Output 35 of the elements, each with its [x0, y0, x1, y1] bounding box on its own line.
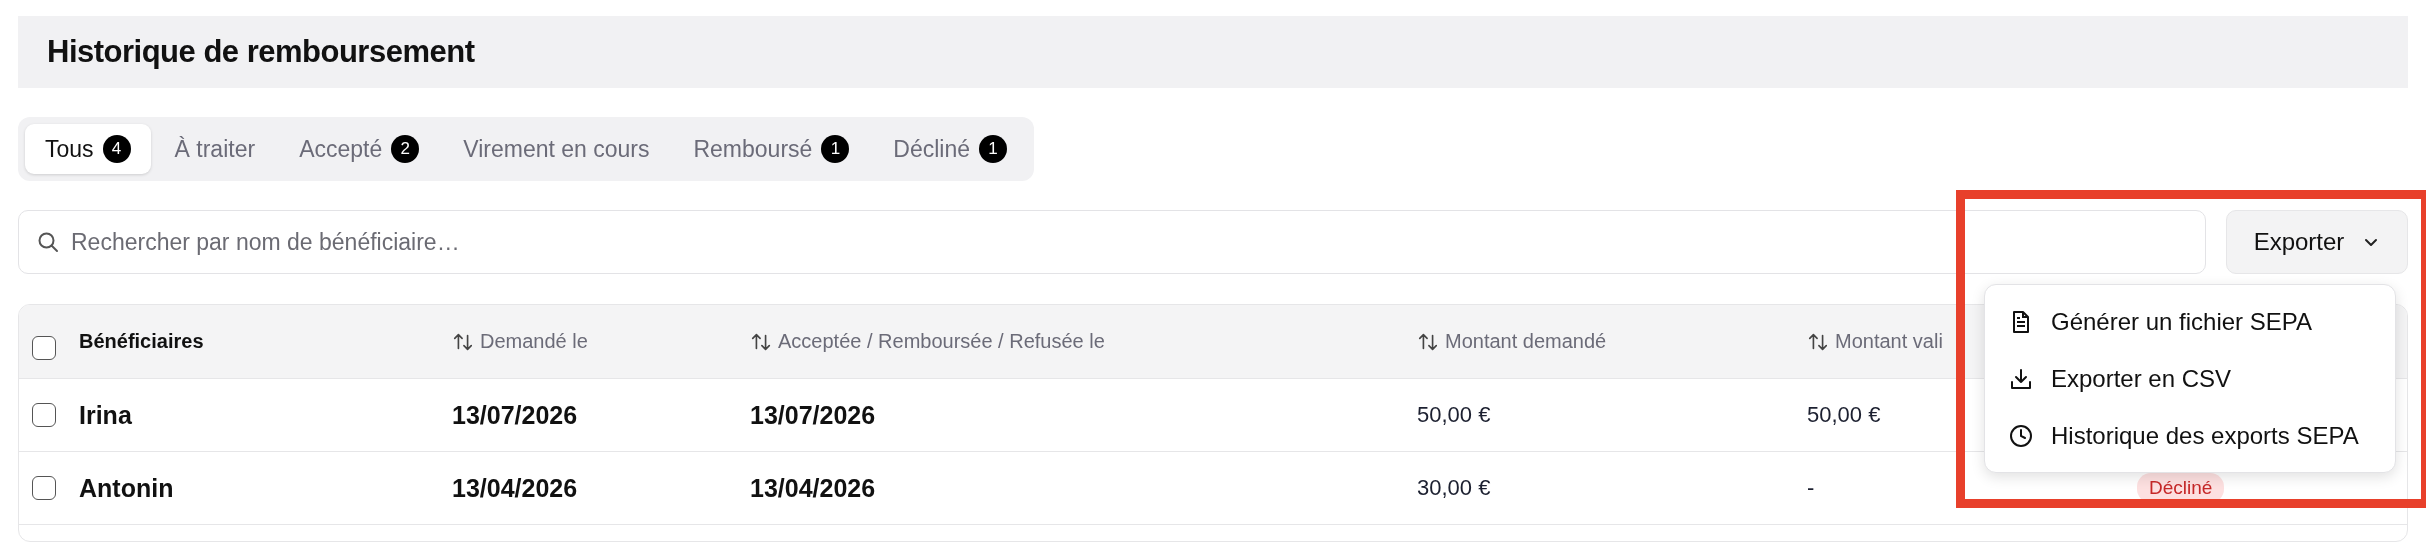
download-icon: [2009, 366, 2033, 391]
filter-tab[interactable]: Tous 4: [25, 124, 151, 174]
search-field[interactable]: Rechercher par nom de bénéficiaire…: [18, 210, 2206, 274]
table-cell-text: 50,00 €: [1417, 402, 1492, 428]
row-checkbox[interactable]: [32, 403, 56, 427]
table-cell-text: 13/07/2026: [750, 400, 877, 430]
select-all-checkbox[interactable]: [32, 335, 56, 360]
menu-item[interactable]: Exporter en CSV: [1985, 350, 2395, 407]
filter-tab[interactable]: Décliné 1: [873, 124, 1028, 174]
filter-tab[interactable]: Accepté 2: [279, 124, 440, 174]
count-badge: 1: [979, 135, 1008, 163]
table-cell-text: 13/04/2026: [750, 473, 877, 503]
count-badge: 2: [391, 135, 420, 163]
column-header: Bénéficiaires: [79, 330, 205, 353]
table-cell-text: 13/07/2026: [452, 400, 579, 430]
table-cell-text: 50,00 €: [1807, 402, 1882, 428]
column-header[interactable]: Acceptée / Remboursée / Refusée le: [750, 330, 1417, 353]
column-header[interactable]: Montant demandé: [1417, 330, 1807, 353]
clock-icon: [2009, 423, 2033, 448]
filter-tab[interactable]: À traiter: [154, 124, 276, 174]
count-badge: 4: [102, 135, 131, 163]
table-cell-text: -: [1807, 475, 1816, 501]
count-badge: 1: [821, 135, 850, 163]
table-cell-text: Irina: [79, 400, 133, 430]
table-cell-text: Antonin: [79, 473, 175, 503]
table-cell-text: 13/04/2026: [452, 473, 579, 503]
menu-item[interactable]: Historique des exports SEPA: [1985, 407, 2395, 464]
table-cell-text: 30,00 €: [1417, 475, 1492, 501]
column-header[interactable]: Demandé le: [452, 330, 750, 353]
export-button[interactable]: Exporter: [2226, 210, 2408, 274]
page-title: Historique de remboursement: [47, 34, 475, 70]
filter-tab[interactable]: Remboursé 1: [673, 124, 870, 174]
filter-tab[interactable]: Virement en cours: [443, 124, 670, 174]
search-icon: [36, 230, 60, 254]
row-checkbox[interactable]: [32, 476, 56, 500]
